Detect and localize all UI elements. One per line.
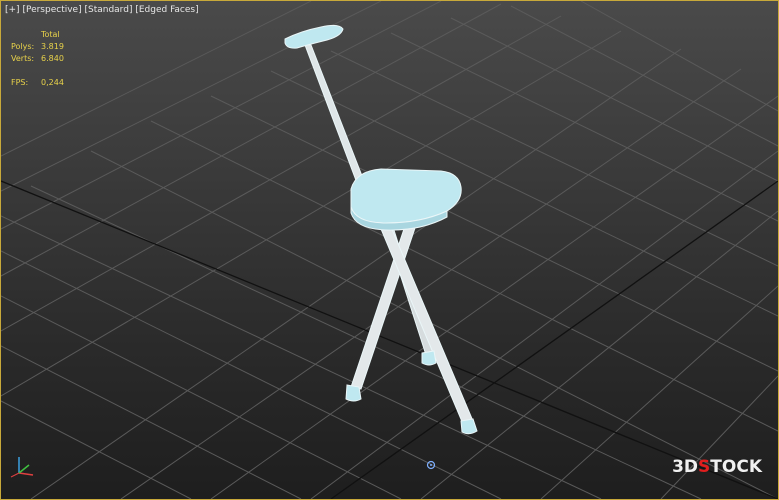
stats-verts-label: Verts: <box>11 54 35 63</box>
axis-tripod-icon <box>10 457 34 478</box>
watermark-logo: 3DSTOCK <box>672 457 762 477</box>
stats-fps-label: FPS: <box>11 78 29 87</box>
stats-fps-row: FPS: 0,244 <box>11 77 64 89</box>
grid-and-model[interactable] <box>1 1 778 499</box>
stats-polys-row: Polys: 3.819 <box>11 41 64 53</box>
stats-verts-value: 6.840 <box>41 54 64 63</box>
viewport-label[interactable]: [+] [Perspective] [Standard] [Edged Face… <box>5 5 199 15</box>
pivot-point-icon <box>426 460 436 470</box>
watermark-suffix: TOCK <box>710 457 762 477</box>
stats-polys-value: 3.819 <box>41 42 64 51</box>
viewport-view-menu[interactable]: [Perspective] <box>22 5 81 15</box>
cane-leg-left <box>350 222 417 390</box>
cane-foot-rear <box>421 350 437 366</box>
stats-header: Total <box>41 30 60 39</box>
viewport-edges-menu[interactable]: [Edged Faces] <box>135 5 198 15</box>
watermark-prefix: 3D <box>672 457 699 477</box>
stats-fps-value: 0,244 <box>41 78 64 87</box>
cane-foot-right <box>460 418 478 435</box>
watermark-accent: S <box>698 457 711 477</box>
cane-foot-left <box>345 384 362 402</box>
viewport-shading-menu[interactable]: [Standard] <box>84 5 132 15</box>
cane-seat-model[interactable] <box>284 24 478 435</box>
cane-handle <box>284 24 344 49</box>
viewport-menu-plus[interactable]: [+] <box>5 5 20 15</box>
stats-polys-label: Polys: <box>11 42 35 51</box>
statistics-overlay: Total Polys: 3.819 Verts: 6.840 FPS: 0,2… <box>11 29 64 89</box>
cane-shaft <box>304 44 365 184</box>
cane-leg-right <box>380 226 474 425</box>
perspective-viewport[interactable]: [+] [Perspective] [Standard] [Edged Face… <box>0 0 779 500</box>
stats-verts-row: Verts: 6.840 <box>11 53 64 65</box>
